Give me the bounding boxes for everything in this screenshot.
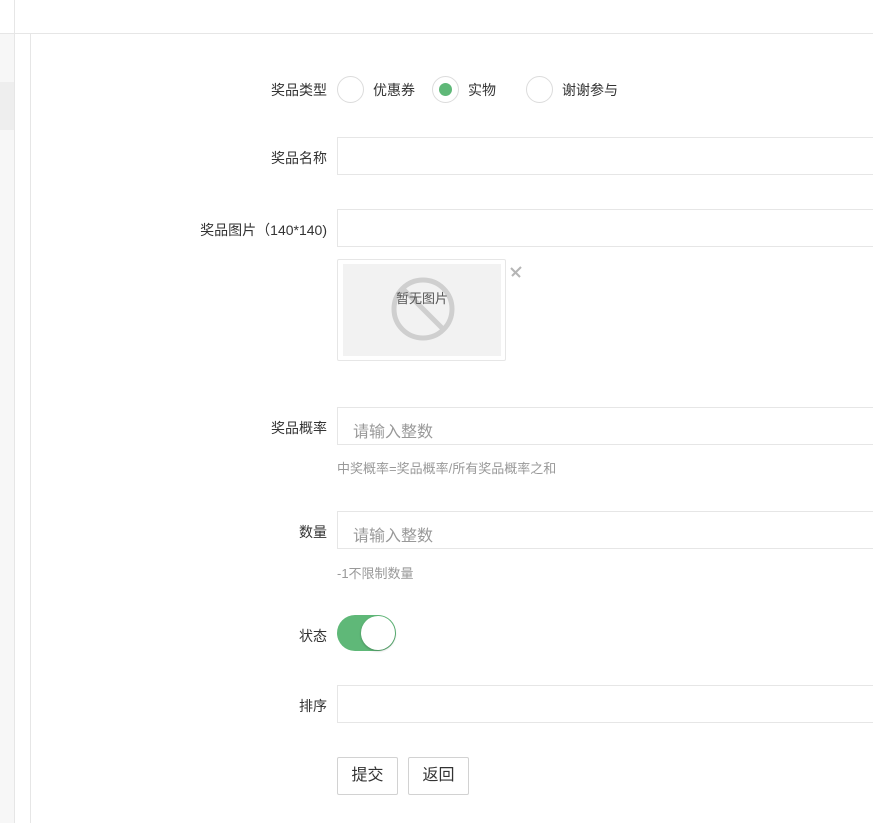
prize-probability-placeholder: 请输入整数 — [353, 424, 434, 441]
prize-probability-input[interactable]: 请输入整数 — [337, 407, 873, 445]
sort-label: 排序 — [299, 698, 327, 714]
sidebar-active-item[interactable] — [0, 82, 14, 130]
prize-name-input[interactable] — [337, 137, 873, 175]
submit-button[interactable]: 提交 — [337, 757, 398, 795]
prize-probability-hint: 中奖概率=奖品概率/所有奖品概率之和 — [337, 461, 557, 476]
prize-type-label: 奖品类型 — [271, 82, 327, 98]
radio-circle[interactable] — [526, 76, 553, 103]
quantity-placeholder: 请输入整数 — [353, 528, 434, 545]
toggle-knob[interactable] — [361, 616, 395, 650]
prize-image-input[interactable] — [337, 209, 873, 247]
quantity-label: 数量 — [299, 524, 327, 540]
image-preview[interactable]: 暂无图片 — [337, 259, 506, 361]
image-placeholder: 暂无图片 — [343, 264, 501, 356]
top-bar — [0, 0, 873, 34]
left-sidebar — [0, 34, 14, 823]
close-icon[interactable] — [508, 264, 524, 280]
radio-label-physical[interactable]: 实物 — [468, 80, 496, 100]
radio-circle[interactable] — [337, 76, 364, 103]
quantity-hint: -1不限制数量 — [337, 566, 414, 581]
prize-probability-label: 奖品概率 — [271, 420, 327, 436]
radio-label-thanks[interactable]: 谢谢参与 — [562, 80, 618, 100]
prize-name-label: 奖品名称 — [271, 150, 327, 166]
radio-circle-selected[interactable] — [432, 76, 459, 103]
content-divider — [30, 34, 31, 823]
no-image-icon — [391, 277, 455, 341]
back-button[interactable]: 返回 — [408, 757, 469, 795]
no-image-text: 暂无图片 — [395, 291, 448, 306]
prize-image-label: 奖品图片（140*140) — [200, 222, 327, 238]
status-label: 状态 — [299, 628, 327, 644]
quantity-input[interactable]: 请输入整数 — [337, 511, 873, 549]
sort-input[interactable] — [337, 685, 873, 723]
radio-dot — [439, 83, 452, 96]
status-toggle[interactable] — [337, 615, 396, 651]
sidebar-gap — [15, 34, 30, 823]
radio-label-coupon[interactable]: 优惠券 — [373, 80, 415, 100]
top-bar-divider — [14, 0, 15, 34]
